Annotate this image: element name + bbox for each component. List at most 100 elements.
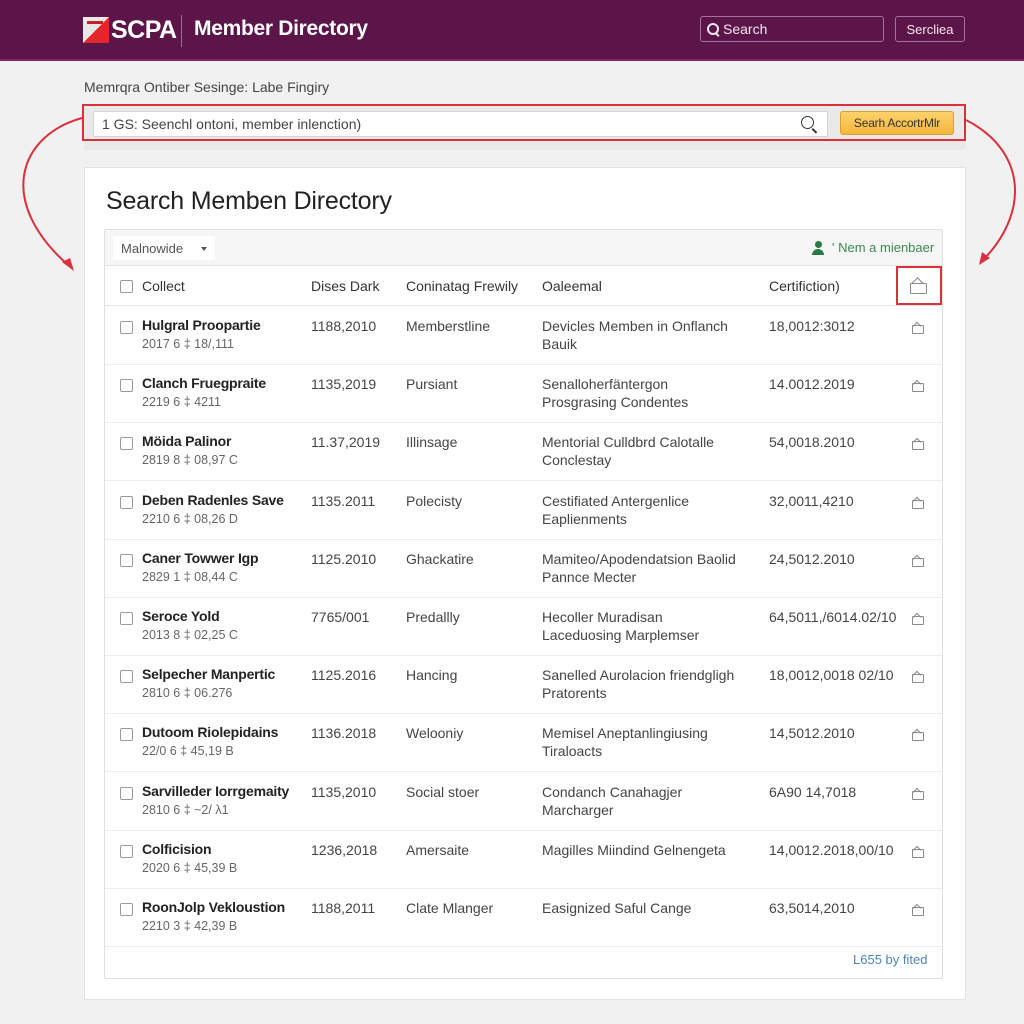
breadcrumb: Memrqra Ontiber Sesinge: Labe Fingiry — [84, 79, 330, 95]
row-checkbox[interactable] — [120, 786, 133, 800]
member-description: Hecoller Muradisan Laceduosing Marplemse… — [542, 609, 700, 643]
member-certification: 6A90 14,7018 — [769, 783, 857, 800]
member-name[interactable]: Hulgral Proopartie — [142, 317, 261, 333]
certificate-icon[interactable] — [912, 496, 924, 509]
right-arrowhead-icon — [979, 252, 990, 265]
row-checkbox[interactable] — [120, 437, 133, 451]
table-row[interactable]: Seroce Yold 2013 8 ‡ 02,25 C 7765/001 Preda… — [105, 598, 942, 656]
member-id: 2017 6 ‡ 18/,111 — [142, 337, 234, 351]
user-add-icon — [812, 240, 824, 255]
member-name[interactable]: Caner Towwer Igp — [142, 550, 259, 566]
member-name[interactable]: Colficision — [142, 841, 212, 857]
row-checkbox[interactable] — [120, 903, 133, 916]
certificate-icon[interactable] — [912, 787, 924, 800]
table-row[interactable]: RoonJolp Vekloustion 2210 3 ‡ 42,39 B 1188… — [105, 889, 942, 947]
member-name[interactable]: Selpecher Manpertic — [142, 666, 275, 682]
member-date: 1135,2010 — [311, 783, 377, 800]
column-header-category[interactable]: Coninatag Frewily — [406, 278, 518, 294]
member-date: 1188,2010 — [311, 318, 377, 334]
row-checkbox[interactable] — [120, 728, 133, 742]
row-checkbox[interactable] — [120, 379, 133, 393]
member-date: 1125.2016 — [311, 667, 377, 684]
member-category: Memberstline — [406, 318, 491, 334]
row-checkbox[interactable] — [120, 553, 133, 567]
member-name[interactable]: Möida Palinor — [142, 433, 231, 449]
member-certification: 32,0011,4210 — [769, 492, 854, 509]
member-name[interactable]: Dutoom Riolepidains — [142, 724, 278, 740]
app-title: Member Directory — [194, 17, 368, 40]
certificate-icon[interactable] — [912, 554, 924, 567]
member-id: 22/0 6 ‡ 45,19 B — [142, 744, 234, 759]
member-id: 2210 6 ‡ 08,26 D — [142, 511, 238, 526]
select-all-checkbox[interactable] — [120, 280, 133, 293]
member-id: 2210 3 ‡ 42,39 B — [142, 919, 238, 933]
header-divider — [181, 15, 182, 47]
row-checkbox[interactable] — [120, 321, 133, 334]
certificate-icon[interactable] — [912, 437, 924, 451]
member-description: Sanelled Aurolacion friendgligh Pratoren… — [542, 667, 735, 702]
member-date: 7765/001 — [311, 609, 370, 625]
certificate-icon[interactable] — [912, 728, 924, 742]
member-category: Ghackatire — [406, 550, 474, 567]
table-row[interactable]: Hulgral Proopartie 2017 6 ‡ 18/,111 1188,2… — [105, 307, 942, 365]
member-description: Cestifiated Antergenlice Eaplienments — [542, 492, 690, 527]
row-checkbox[interactable] — [120, 612, 133, 625]
member-certification: 24,5012.2010 — [769, 550, 855, 567]
column-header-date[interactable]: Dises Dark — [311, 278, 379, 294]
table-row[interactable]: Sarvilleder Iorrgemaity 2810 6 ‡ ~2/ λ1 11… — [105, 773, 942, 831]
member-description: Easignized Saful Cange — [542, 900, 692, 916]
table-row[interactable]: Caner Towwer Igp 2829 1 ‡ 08,44 C 1125.201… — [105, 540, 942, 598]
member-certification: 18,0012,0018 02/10 — [769, 667, 894, 684]
certificate-icon[interactable] — [912, 321, 924, 334]
certificate-icon[interactable] — [912, 903, 924, 916]
member-name[interactable]: Sarvilleder Iorrgemaity — [142, 783, 289, 799]
member-name[interactable]: RoonJolp Vekloustion — [142, 899, 285, 915]
member-certification: 63,5014,2010 — [769, 900, 855, 916]
member-certification: 18,0012:3012 — [769, 318, 855, 334]
member-date: 1188,2011 — [311, 900, 376, 916]
member-date: 1125.2010 — [311, 550, 377, 567]
member-name[interactable]: Deben Radenles Save — [142, 492, 284, 508]
logo-mark-icon — [83, 17, 109, 43]
member-category: Hancing — [406, 667, 458, 684]
certificate-icon[interactable] — [912, 670, 924, 684]
member-description: Mamiteo/Apodendatsion Baolid Pannce Mect… — [542, 550, 736, 585]
header-search-button[interactable]: Sercliea — [895, 16, 965, 42]
table-row[interactable]: Selpecher Manpertic 2810 6 ‡ 06.276 1125.2… — [105, 656, 942, 715]
member-certification: 64,5011,/6014.02/10 — [769, 609, 897, 625]
header-search-placeholder: Search — [723, 21, 768, 37]
column-header-description[interactable]: Oaleemal — [542, 278, 602, 294]
row-checkbox[interactable] — [120, 844, 133, 858]
member-id: 2219 6 ‡ 4211 — [142, 395, 222, 410]
new-member-label: ' Nem a mienbaer — [832, 240, 935, 255]
certificate-icon[interactable] — [912, 379, 924, 393]
table-row[interactable]: Colficision 2020 6 ‡ 45,39 B 1236,2018 Amer… — [105, 831, 942, 889]
new-member-button[interactable]: ' Nem a mienbaer — [812, 240, 934, 255]
table-row[interactable]: Deben Radenles Save 2210 6 ‡ 08,26 D 1135.… — [105, 482, 942, 540]
member-description: Mentorial Culldbrd Calotalle Conclestay — [542, 434, 714, 469]
column-header-collect[interactable]: Collect — [142, 278, 185, 294]
member-description: Condanch Canahagjer Marcharger — [542, 783, 683, 818]
member-certification: 14,0012.2018,00/10 — [769, 841, 894, 858]
row-checkbox[interactable] — [120, 495, 133, 509]
member-category: Predallly — [406, 609, 460, 625]
member-category: Social stoer — [406, 783, 480, 800]
member-name[interactable]: Clanch Fruegpraite — [142, 375, 266, 391]
table-row[interactable]: Dutoom Riolepidains 22/0 6 ‡ 45,19 B 1136.… — [105, 714, 942, 773]
certificate-icon[interactable] — [912, 845, 924, 858]
certificate-column-highlight — [896, 266, 942, 305]
logo-text: SCPA — [111, 15, 177, 44]
scpa-logo[interactable]: SCPA — [83, 16, 177, 44]
certificate-icon[interactable] — [912, 612, 924, 625]
row-checkbox[interactable] — [120, 670, 133, 684]
filter-dropdown[interactable]: Malnowide — [113, 236, 215, 260]
member-name[interactable]: Seroce Yold — [142, 608, 220, 624]
header-search-input[interactable]: Search — [700, 16, 884, 42]
results-count-link[interactable]: L655 by fited — [853, 952, 927, 967]
table-row[interactable]: Möida Palinor 2819 8 ‡ 08,97 C 11.37,2019 I… — [105, 423, 942, 482]
column-header-certification[interactable]: Certifiction) — [769, 278, 840, 294]
member-date: 1135.2011 — [311, 492, 376, 509]
member-date: 1236,2018 — [311, 841, 378, 858]
member-description: Senalloherfäntergon Prosgrasing Condente… — [542, 376, 689, 411]
table-row[interactable]: Clanch Fruegpraite 2219 6 ‡ 4211 1135,2019… — [105, 365, 942, 424]
